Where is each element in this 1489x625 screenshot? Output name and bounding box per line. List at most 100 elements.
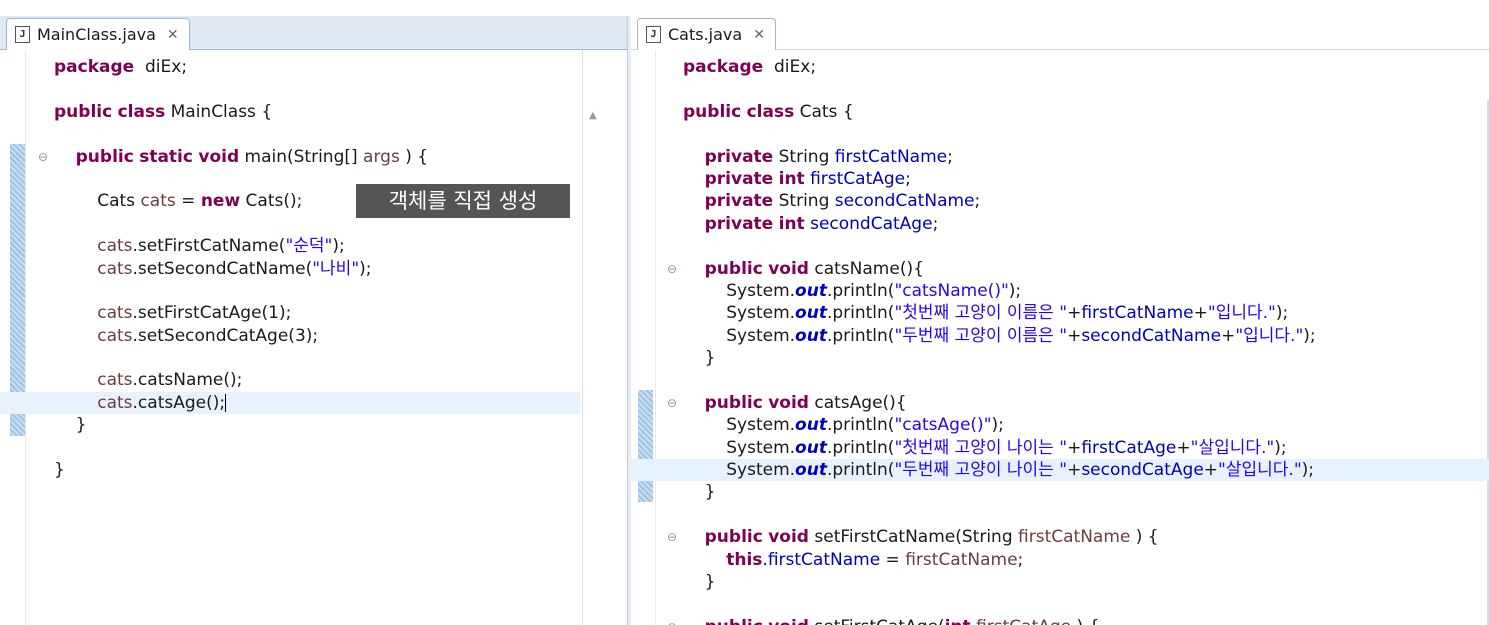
code-token: firstCatName [1018,527,1131,548]
code-lines: package diEx; public class Cats { private… [631,56,1489,625]
tab-mainclass-java[interactable]: J MainClass.java ✕ [6,18,190,50]
code-token: = [880,549,906,570]
code-line[interactable] [0,78,627,100]
code-text: Cats cats = new Cats(); [54,190,302,212]
code-line[interactable]: cats.setFirstCatName("순덕"); [0,235,627,257]
code-token: private [704,168,774,189]
code-line[interactable]: ⊖ public void setFirstCatName(String fir… [631,526,1489,548]
java-file-icon: J [646,26,661,43]
code-text: public static void main(String[] args ) … [54,146,428,168]
code-token: cats [97,236,133,257]
code-line[interactable]: } [0,414,627,436]
code-line[interactable]: private int secondCatAge; [631,213,1489,235]
code-lines: package diEx; public class MainClass { ⊖ p… [0,56,627,481]
code-line[interactable] [0,123,627,145]
code-token: public [704,392,763,413]
code-line[interactable]: package diEx; [0,56,627,78]
code-token: Cats [54,191,141,212]
code-line[interactable] [631,369,1489,391]
fold-collapse-icon[interactable]: ⊖ [665,392,679,414]
code-text: System.out.println("두번째 고양이 이름은 "+second… [683,325,1315,347]
code-line[interactable]: } [631,571,1489,593]
code-token: out [795,437,827,458]
code-token: "첫번째 고양이 나이는 " [894,437,1068,458]
code-token: + [1067,303,1082,324]
code-text: System.out.println("두번째 고양이 나이는 "+second… [683,459,1314,481]
code-line[interactable]: private String secondCatName; [631,190,1489,212]
code-line[interactable] [0,437,627,459]
code-line[interactable]: package diEx; [631,56,1489,78]
code-text: public class MainClass { [54,101,272,123]
code-line[interactable]: System.out.println("첫번째 고양이 이름은 "+firstC… [631,302,1489,324]
code-token: setFirstCatName(String [808,527,1019,548]
code-token: String [773,146,835,167]
code-line[interactable]: ⊖ public void setFirstCatAge(int firstCa… [631,616,1489,625]
code-line[interactable]: System.out.println("첫번째 고양이 나이는 "+firstC… [631,437,1489,459]
code-text: private String firstCatName; [683,146,953,168]
code-line[interactable] [0,280,627,302]
code-token: secondCatAge [1081,460,1204,481]
code-token: "catsName()" [894,280,1009,301]
code-token: public [54,101,113,122]
code-line[interactable]: System.out.println("catsName()"); [631,280,1489,302]
code-text: } [683,571,716,593]
code-token: .setFirstCatName( [132,236,286,257]
code-token: ); [359,258,372,279]
code-token: "첫번째 고양이 이름은 " [894,303,1068,324]
code-line[interactable]: this.firstCatName = firstCatName; [631,549,1489,571]
left-editor-pane: J MainClass.java ✕ ▲ package diEx; public… [0,0,627,625]
code-line[interactable]: } [631,481,1489,503]
code-line[interactable] [631,78,1489,100]
fold-collapse-icon[interactable]: ⊖ [665,258,679,280]
code-line[interactable]: } [0,459,627,481]
code-line[interactable]: public class MainClass { [0,101,627,123]
code-line[interactable]: } [631,347,1489,369]
code-line[interactable]: cats.setSecondCatName("나비"); [0,258,627,280]
tab-cats-java[interactable]: J Cats.java ✕ [637,18,776,50]
code-line[interactable] [631,504,1489,526]
code-line[interactable]: ⊖ public void catsName(){ [631,258,1489,280]
code-line[interactable] [0,347,627,369]
code-line[interactable]: cats.catsAge(); [0,391,580,415]
code-line[interactable]: ⊖ public void catsAge(){ [631,392,1489,414]
code-token: int [778,213,805,234]
code-line[interactable]: private int firstCatAge; [631,168,1489,190]
code-line[interactable]: private String firstCatName; [631,146,1489,168]
fold-collapse-icon[interactable]: ⊖ [665,526,679,548]
code-token: cats [140,191,176,212]
code-token: void [768,617,809,625]
code-line[interactable]: cats.setSecondCatAge(3); [0,325,627,347]
code-token: new [200,191,241,212]
close-icon[interactable]: ✕ [753,27,765,43]
code-token: System. [683,325,796,346]
code-editor-mainclass[interactable]: ▲ package diEx; public class MainClass {⊖… [0,50,627,625]
code-line[interactable]: System.out.println("catsAge()"); [631,414,1489,436]
close-icon[interactable]: ✕ [167,27,179,43]
code-line[interactable]: cats.catsName(); [0,369,627,391]
code-line[interactable] [631,235,1489,257]
code-token: System. [683,415,796,436]
fold-collapse-icon[interactable]: ⊖ [665,616,679,625]
code-token: cats [97,325,133,346]
code-line[interactable]: cats.setFirstCatAge(1); [0,302,627,324]
code-token: void [768,527,809,548]
code-line[interactable] [631,123,1489,145]
code-line[interactable] [631,593,1489,615]
code-line[interactable]: ⊖ public static void main(String[] args … [0,146,627,168]
code-token: ; [932,213,939,234]
code-text: cats.setFirstCatAge(1); [54,302,291,324]
code-token: + [1067,460,1082,481]
fold-collapse-icon[interactable]: ⊖ [36,146,50,168]
code-text: public class Cats { [683,101,854,123]
code-editor-cats[interactable]: package diEx; public class Cats { private… [631,50,1489,625]
code-line[interactable]: public class Cats { [631,101,1489,123]
code-line[interactable]: System.out.println("두번째 고양이 나이는 "+second… [631,459,1489,482]
code-line[interactable]: System.out.println("두번째 고양이 이름은 "+second… [631,325,1489,347]
code-token: "catsAge()" [894,415,992,436]
